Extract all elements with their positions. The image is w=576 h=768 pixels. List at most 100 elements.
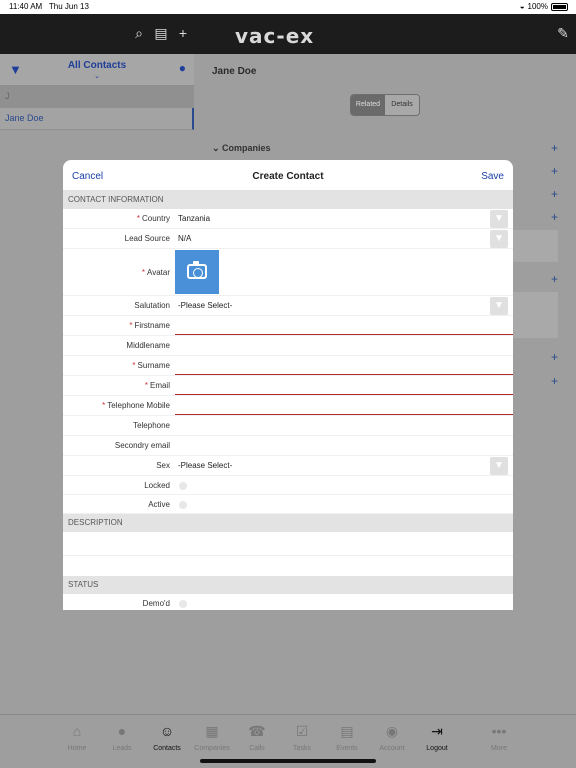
telephone-input[interactable]: [175, 416, 513, 435]
tab-companies[interactable]: ▦ Companies: [189, 721, 235, 752]
tab-home[interactable]: ⌂ Home: [54, 721, 100, 752]
add-icon[interactable]: +: [551, 187, 558, 201]
locked-field: [175, 476, 513, 494]
more-icon: •••: [491, 723, 507, 739]
avatar-field: [175, 249, 513, 295]
tab-leads[interactable]: ● Leads: [99, 721, 145, 752]
view-segmented-control: Related Details: [350, 94, 420, 116]
tab-contacts[interactable]: ☺ Contacts: [144, 721, 190, 752]
chevron-down-icon[interactable]: ▼: [490, 210, 508, 228]
telephone-mobile-input[interactable]: [175, 396, 513, 415]
sex-select[interactable]: -Please Select- ▼: [175, 456, 513, 475]
camera-icon: [187, 261, 207, 279]
telephone-mobile-row: * Telephone Mobile: [63, 396, 513, 416]
modal-title: Create Contact: [252, 171, 324, 182]
list-title[interactable]: All Contacts: [0, 60, 194, 71]
email-row: * Email: [63, 376, 513, 396]
firstname-input[interactable]: [175, 316, 513, 335]
segment-related[interactable]: Related: [351, 95, 385, 115]
add-icon[interactable]: +: [551, 350, 558, 364]
account-icon: ◉: [385, 723, 399, 739]
tab-tasks[interactable]: ☑ Tasks: [279, 721, 325, 752]
active-label: Active: [63, 495, 175, 513]
status-bar: 11:40 AM Thu Jun 13 ◒ 100%: [0, 0, 576, 14]
home-indicator[interactable]: [200, 759, 376, 763]
demod-checkbox[interactable]: [179, 600, 187, 608]
add-icon[interactable]: +: [551, 272, 558, 286]
middlename-label: Middlename: [63, 336, 175, 355]
tab-events[interactable]: ▤ Events: [324, 721, 370, 752]
tab-label: Contacts: [153, 745, 181, 752]
add-icon[interactable]: +: [551, 210, 558, 224]
list-section-letter: J: [0, 86, 194, 108]
chevron-down-icon[interactable]: ⌄: [0, 72, 194, 80]
required-marker: *: [132, 361, 136, 370]
add-company-icon[interactable]: +: [551, 141, 558, 155]
telephone-mobile-label: * Telephone Mobile: [63, 396, 175, 415]
modal-header: Cancel Create Contact Save: [63, 160, 513, 191]
tab-logout[interactable]: ⇥ Logout: [414, 721, 460, 752]
telephone-row: Telephone: [63, 416, 513, 436]
chevron-down-icon[interactable]: ▼: [490, 297, 508, 315]
contact-card-icon[interactable]: ▤: [154, 26, 168, 40]
phone-icon: ☎: [248, 723, 266, 739]
salutation-select[interactable]: -Please Select- ▼: [175, 296, 513, 315]
chat-icon: ●: [117, 723, 127, 739]
app-logo: vac-ex: [235, 24, 315, 48]
status-time: 11:40 AM Thu Jun 13: [9, 2, 89, 11]
search-icon[interactable]: ⌕: [132, 26, 146, 40]
demod-field: [175, 594, 513, 610]
required-marker: *: [136, 214, 140, 223]
edit-icon[interactable]: ✎: [556, 26, 570, 40]
required-marker: *: [102, 401, 106, 410]
email-input[interactable]: [175, 376, 513, 395]
lead-source-select[interactable]: N/A ▼: [175, 229, 513, 248]
tab-label: Tasks: [293, 745, 311, 752]
tab-more[interactable]: ••• More: [476, 721, 522, 752]
tab-account[interactable]: ◉ Account: [369, 721, 415, 752]
list-item[interactable]: Jane Doe: [0, 108, 194, 130]
country-select[interactable]: Tanzania ▼: [175, 209, 513, 228]
middlename-input[interactable]: [175, 336, 513, 355]
segment-details[interactable]: Details: [385, 95, 419, 115]
required-marker: *: [141, 268, 146, 277]
salutation-row: Salutation -Please Select- ▼: [63, 296, 513, 316]
logout-icon: ⇥: [431, 723, 443, 739]
avatar-row: * Avatar: [63, 249, 513, 296]
surname-input[interactable]: [175, 356, 513, 375]
avatar-upload-button[interactable]: [175, 250, 219, 294]
required-marker: *: [129, 321, 133, 330]
chevron-down-icon[interactable]: ▼: [490, 230, 508, 248]
tab-label: Companies: [194, 745, 230, 752]
save-button[interactable]: Save: [481, 171, 504, 182]
add-icon[interactable]: +: [551, 374, 558, 388]
salutation-label: Salutation: [63, 296, 175, 315]
secondary-email-input[interactable]: [175, 436, 513, 455]
tab-calls[interactable]: ☎ Calls: [234, 721, 280, 752]
email-label: * Email: [63, 376, 175, 395]
add-icon[interactable]: +: [176, 26, 190, 40]
wifi-icon: ◒: [519, 2, 525, 11]
battery-percent: 100%: [527, 2, 548, 11]
pin-icon[interactable]: ●: [179, 61, 186, 75]
section-contact-information: CONTACT INFORMATION: [63, 191, 513, 209]
locked-checkbox[interactable]: [179, 482, 187, 490]
country-label: * Country: [63, 209, 175, 228]
country-row: * Country Tanzania ▼: [63, 209, 513, 229]
section-status: STATUS: [63, 576, 513, 594]
chevron-down-icon[interactable]: ▼: [490, 457, 508, 475]
demod-row: Demo'd: [63, 594, 513, 610]
add-icon[interactable]: +: [551, 164, 558, 178]
section-gap: [63, 556, 513, 576]
status-right: ◒ 100%: [520, 2, 568, 11]
battery-icon: [551, 2, 568, 11]
tab-label: Logout: [426, 745, 448, 752]
description-input[interactable]: [63, 532, 513, 556]
check-icon: ☑: [295, 723, 309, 739]
avatar-label: * Avatar: [63, 249, 175, 295]
create-contact-modal: Cancel Create Contact Save CONTACT INFOR…: [63, 160, 513, 610]
companies-label: Companies: [222, 143, 271, 153]
section-description: DESCRIPTION: [63, 514, 513, 532]
companies-section[interactable]: ⌄ Companies: [212, 143, 271, 154]
active-checkbox[interactable]: [179, 501, 187, 509]
